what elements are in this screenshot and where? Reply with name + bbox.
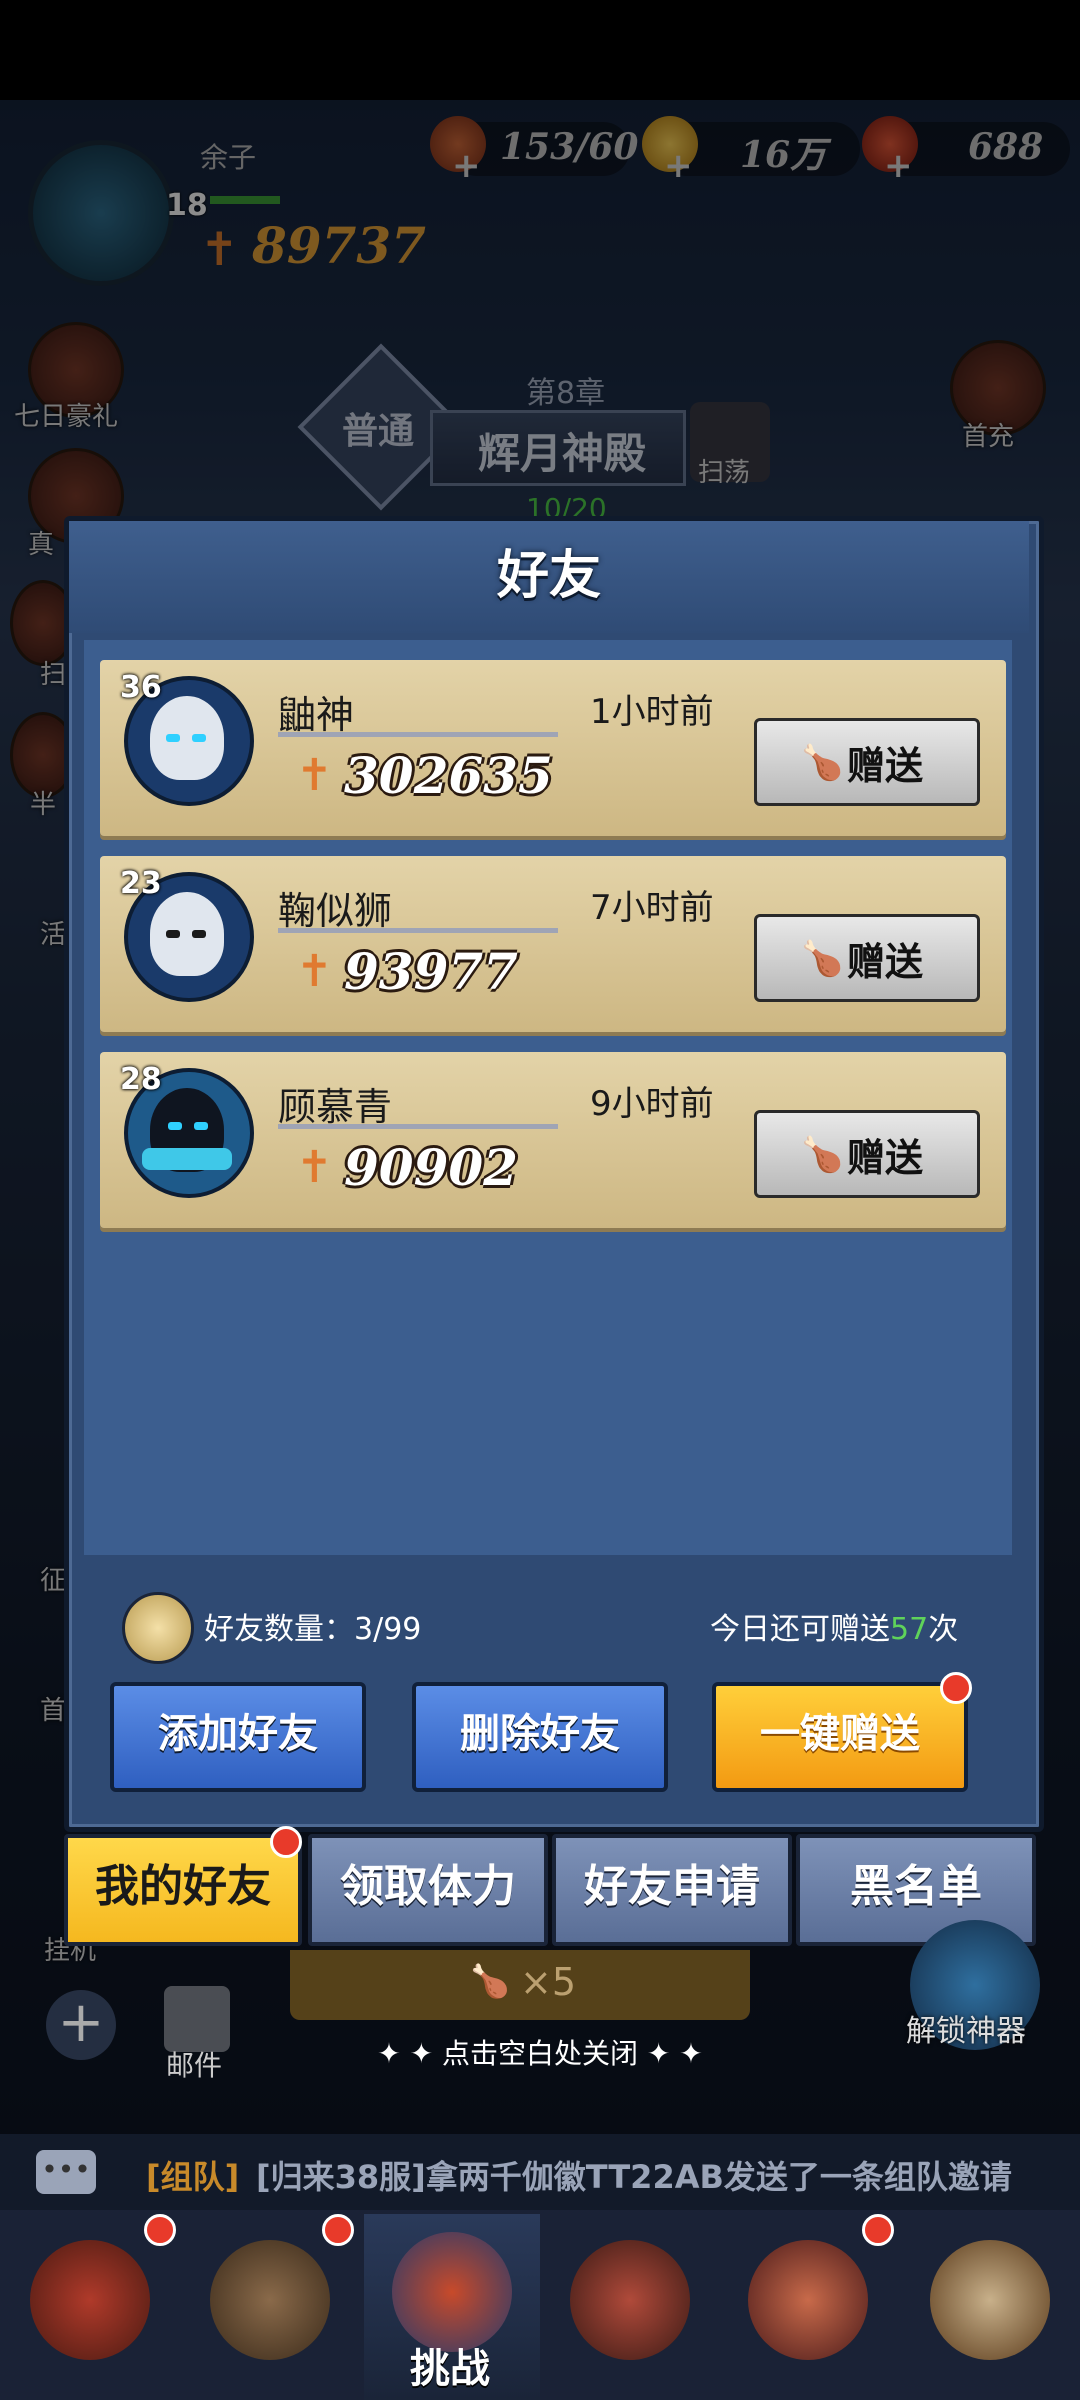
- nav-challenge-label: 挑战: [410, 2346, 490, 2392]
- challenge-cost: ×5: [520, 1960, 577, 2004]
- gift-button-label: 赠送: [847, 1136, 924, 1180]
- nav-ninja-notification-dot: [862, 2214, 894, 2246]
- delete-friend-button[interactable]: 删除好友: [412, 1682, 668, 1792]
- sparkle-icon: ✦ ✦: [638, 2037, 703, 2070]
- friend-power: 93977: [344, 942, 518, 1001]
- friend-count-label: 好友数量：3/99: [204, 1612, 422, 1647]
- gift-remaining-count: 57: [890, 1612, 929, 1647]
- gift-remaining-text: 今日还可赠送57次: [710, 1604, 958, 1648]
- friend-card: 36 鼬神 1小时前 ✝ 302635 🍗 赠送: [100, 660, 1006, 836]
- stamina-cost-icon: 🍗: [470, 1962, 510, 2000]
- friend-last-online: 7小时前: [590, 888, 714, 928]
- dialog-title: 好友: [496, 546, 601, 606]
- friend-level: 28: [120, 1062, 162, 1097]
- friend-name: 鞠似狮: [278, 889, 393, 933]
- gift-all-notification-dot: [940, 1672, 972, 1704]
- friend-card: 23 鞠似狮 7小时前 ✝ 93977 🍗 赠送: [100, 856, 1006, 1032]
- tab-my-friends[interactable]: 我的好友: [64, 1834, 302, 1946]
- gift-button-label: 赠送: [847, 940, 924, 984]
- avatar-eye: [168, 1122, 182, 1130]
- tab-claim-stamina[interactable]: 领取体力: [308, 1834, 548, 1946]
- friend-divider: [278, 1124, 558, 1129]
- friend-divider: [278, 928, 558, 933]
- sparkle-icon: ✦ ✦: [377, 2037, 442, 2070]
- close-hint-text: 点击空白处关闭: [441, 2037, 638, 2070]
- friend-last-online: 1小时前: [590, 692, 714, 732]
- chat-channel: [组队]: [146, 2158, 240, 2196]
- mail-icon[interactable]: [164, 1986, 230, 2052]
- nav-ninja-icon[interactable]: [570, 2240, 690, 2360]
- gift-button[interactable]: 🍗 赠送: [754, 718, 980, 806]
- power-sword-icon: ✝: [296, 946, 333, 997]
- nav-shop-icon[interactable]: [30, 2240, 150, 2360]
- close-hint: ✦ ✦ 点击空白处关闭 ✦ ✦: [330, 2032, 750, 2072]
- avatar-eye: [192, 734, 206, 742]
- friend-power: 302635: [344, 746, 553, 805]
- friend-last-online: 9小时前: [590, 1084, 714, 1124]
- nav-guild-icon[interactable]: [748, 2240, 868, 2360]
- status-bar: [0, 0, 1080, 100]
- drumstick-icon: 🍗: [801, 743, 844, 783]
- friend-name: 顾慕青: [278, 1085, 393, 1129]
- friend-level: 23: [120, 866, 162, 901]
- avatar-scarf: [142, 1148, 232, 1170]
- gift-button[interactable]: 🍗 赠送: [754, 914, 980, 1002]
- nav-shop-notification-dot: [144, 2214, 176, 2246]
- drumstick-icon: 🍗: [801, 1135, 844, 1175]
- friend-level: 36: [120, 670, 162, 705]
- unlock-artifact-label: 解锁神器: [906, 2014, 1026, 2049]
- avatar-eye: [194, 1122, 208, 1130]
- nav-arena-icon[interactable]: [930, 2240, 1050, 2360]
- avatar-eye: [166, 930, 180, 938]
- nav-heroes-icon[interactable]: [210, 2240, 330, 2360]
- power-sword-icon: ✝: [296, 750, 333, 801]
- add-friend-button[interactable]: 添加好友: [110, 1682, 366, 1792]
- friend-card: 28 顾慕青 9小时前 ✝ 90902 🍗 赠送: [100, 1052, 1006, 1228]
- friends-count-icon: [122, 1592, 194, 1664]
- tab-my-friends-notification-dot: [270, 1826, 302, 1858]
- tab-friend-requests[interactable]: 好友申请: [552, 1834, 792, 1946]
- gift-remaining-prefix: 今日还可赠送: [710, 1612, 890, 1647]
- avatar-eye: [192, 930, 206, 938]
- mail-label: 邮件: [166, 2049, 223, 2082]
- chat-message: [归来38服]拿两千伽徽TT22AB发送了一条组队邀请: [256, 2158, 1012, 2196]
- power-sword-icon: ✝: [296, 1142, 333, 1193]
- gift-all-button[interactable]: 一键赠送: [712, 1682, 968, 1792]
- add-shortcut-button[interactable]: +: [46, 1990, 116, 2060]
- drumstick-icon: 🍗: [801, 939, 844, 979]
- nav-heroes-notification-dot: [322, 2214, 354, 2246]
- gift-button-label: 赠送: [847, 744, 924, 788]
- nav-challenge-swords-icon: [392, 2232, 512, 2352]
- friend-name: 鼬神: [278, 693, 355, 737]
- chat-icon[interactable]: •••: [36, 2150, 96, 2194]
- avatar-eye: [166, 734, 180, 742]
- friend-power: 90902: [344, 1138, 518, 1197]
- friend-divider: [278, 732, 558, 737]
- gift-button[interactable]: 🍗 赠送: [754, 1110, 980, 1198]
- gift-remaining-suffix: 次: [928, 1612, 959, 1647]
